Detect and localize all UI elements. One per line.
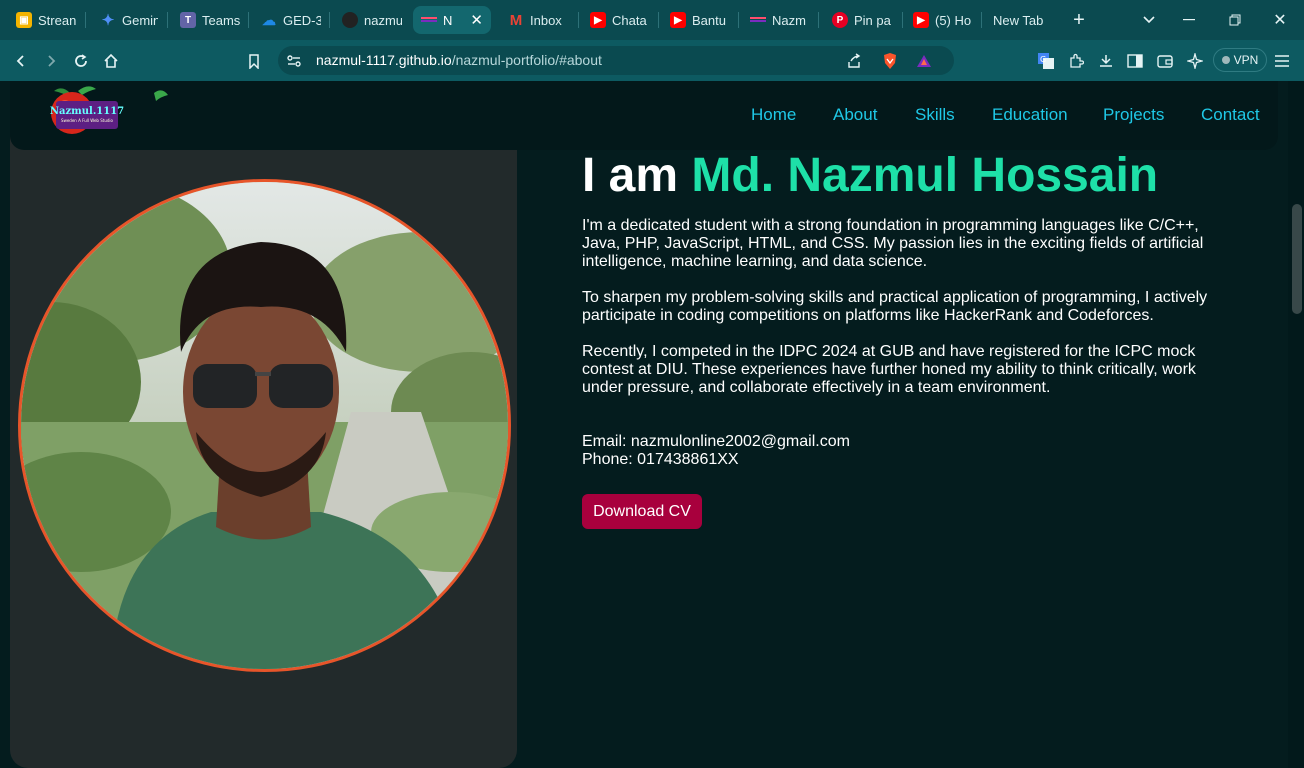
about-paragraph: Recently, I competed in the IDPC 2024 at… bbox=[582, 343, 1196, 396]
minimize-button[interactable] bbox=[1177, 8, 1201, 32]
about-paragraph: I'm a dedicated student with a strong fo… bbox=[582, 217, 1204, 270]
browser-tab[interactable]: ▣ Strean bbox=[8, 6, 76, 34]
browser-tab[interactable]: T Teams bbox=[172, 6, 240, 34]
download-cv-button[interactable]: Download CV bbox=[582, 494, 702, 529]
site-navbar: Nazmul.1117 Sweden A Full Web Studio Hom… bbox=[10, 81, 1278, 150]
contact-email: Email: nazmulonline2002@gmail.com bbox=[582, 433, 850, 450]
site-logo-text: Nazmul.1117 Sweden A Full Web Studio bbox=[50, 101, 124, 129]
home-icon[interactable] bbox=[98, 48, 124, 74]
download-icon[interactable] bbox=[1095, 50, 1117, 72]
browser-tab[interactable]: ✦ Gemin bbox=[92, 6, 158, 34]
portfolio-icon bbox=[750, 12, 766, 28]
tab-label: (5) Ho bbox=[935, 12, 972, 28]
tab-label: Strean bbox=[38, 12, 76, 28]
back-icon[interactable] bbox=[8, 48, 34, 74]
browser-tab[interactable]: nazmu bbox=[334, 6, 402, 34]
youtube-icon: ▶ bbox=[913, 12, 929, 28]
about-name: Md. Nazmul Hossain bbox=[691, 149, 1159, 202]
scrollbar-thumb[interactable] bbox=[1292, 204, 1302, 314]
tab-label: Pin pa bbox=[854, 12, 891, 28]
tab-label: N bbox=[443, 12, 453, 28]
tab-label: Nazm bbox=[772, 12, 806, 28]
browser-tab[interactable]: ▶ (5) Ho bbox=[905, 6, 977, 34]
youtube-icon: ▶ bbox=[670, 12, 686, 28]
teams-icon: T bbox=[180, 12, 196, 28]
page-viewport: Nazmul.1117 Sweden A Full Web Studio Hom… bbox=[0, 81, 1304, 768]
pinterest-icon: P bbox=[832, 12, 848, 28]
browser-tab-strip: ▣ Strean ✦ Gemin T Teams ☁ GED-3 nazmu N… bbox=[0, 0, 1304, 40]
nav-link-projects[interactable]: Projects bbox=[1103, 105, 1164, 125]
tab-label: Chata bbox=[612, 12, 647, 28]
classroom-icon: ▣ bbox=[16, 12, 32, 28]
vpn-status-icon bbox=[1221, 56, 1230, 64]
brave-rewards-icon[interactable] bbox=[913, 50, 935, 72]
gemini-icon: ✦ bbox=[101, 12, 115, 29]
close-tab-icon[interactable]: ✕ bbox=[470, 11, 483, 29]
translate-icon[interactable]: G bbox=[1035, 50, 1057, 72]
about-heading: I am Md. Nazmul Hossain bbox=[582, 149, 1159, 202]
tab-search-icon[interactable] bbox=[1137, 8, 1161, 32]
tab-label: Inbox bbox=[530, 12, 562, 28]
tab-label: Bantu bbox=[692, 12, 726, 28]
onedrive-icon: ☁ bbox=[262, 11, 276, 28]
close-window-button[interactable]: ✕ bbox=[1268, 8, 1292, 32]
nav-link-about[interactable]: About bbox=[833, 105, 877, 125]
browser-tab[interactable]: M Inbox bbox=[500, 6, 572, 34]
portfolio-icon bbox=[421, 12, 437, 28]
share-icon[interactable] bbox=[843, 50, 865, 72]
vpn-label: VPN bbox=[1233, 53, 1259, 67]
wallet-icon[interactable] bbox=[1154, 50, 1176, 72]
profile-photo bbox=[18, 179, 511, 672]
sidebar-icon[interactable] bbox=[1124, 50, 1146, 72]
restore-button[interactable] bbox=[1223, 8, 1247, 32]
browser-tab[interactable]: ☁ GED-3 bbox=[253, 6, 321, 34]
nav-link-skills[interactable]: Skills bbox=[915, 105, 955, 125]
tab-label: Gemin bbox=[122, 12, 158, 28]
brave-shields-icon[interactable] bbox=[879, 50, 901, 72]
browser-tab[interactable]: Nazm bbox=[742, 6, 812, 34]
leo-ai-icon[interactable] bbox=[1184, 50, 1206, 72]
browser-tab-active[interactable]: N ✕ bbox=[413, 6, 491, 34]
gmail-icon: M bbox=[509, 11, 523, 29]
tab-label: GED-3 bbox=[283, 12, 321, 28]
url-text[interactable]: nazmul-1117.github.io/nazmul-portfolio/#… bbox=[316, 52, 602, 68]
browser-tab[interactable]: P Pin pa bbox=[824, 6, 896, 34]
browser-tab[interactable]: ▶ Chata bbox=[582, 6, 652, 34]
extensions-icon[interactable] bbox=[1065, 50, 1087, 72]
nav-link-education[interactable]: Education bbox=[992, 105, 1068, 125]
nav-link-home[interactable]: Home bbox=[751, 105, 796, 125]
bookmark-icon[interactable] bbox=[241, 48, 267, 74]
forward-icon[interactable] bbox=[38, 48, 64, 74]
svg-text:G: G bbox=[1040, 55, 1046, 64]
reload-icon[interactable] bbox=[68, 48, 94, 74]
github-icon bbox=[342, 12, 358, 28]
new-tab-button[interactable]: + bbox=[1067, 8, 1091, 32]
vpn-button[interactable]: VPN bbox=[1213, 48, 1267, 72]
contact-phone: Phone: 017438861XX bbox=[582, 451, 739, 468]
site-info-icon[interactable] bbox=[283, 50, 305, 72]
tab-label: Teams bbox=[202, 12, 240, 28]
menu-icon[interactable] bbox=[1271, 50, 1293, 72]
url-path: /nazmul-portfolio/#about bbox=[451, 52, 602, 68]
nav-link-contact[interactable]: Contact bbox=[1201, 105, 1260, 125]
youtube-icon: ▶ bbox=[590, 12, 606, 28]
tab-label: New Tab bbox=[993, 12, 1044, 28]
url-host: nazmul-1117.github.io bbox=[316, 52, 452, 68]
tab-label: nazmu bbox=[364, 12, 402, 28]
browser-tab[interactable]: New Tab bbox=[985, 6, 1059, 34]
browser-tab[interactable]: ▶ Bantu bbox=[662, 6, 732, 34]
page-scrollbar[interactable] bbox=[1288, 81, 1304, 768]
about-paragraph: To sharpen my problem-solving skills and… bbox=[582, 289, 1208, 324]
